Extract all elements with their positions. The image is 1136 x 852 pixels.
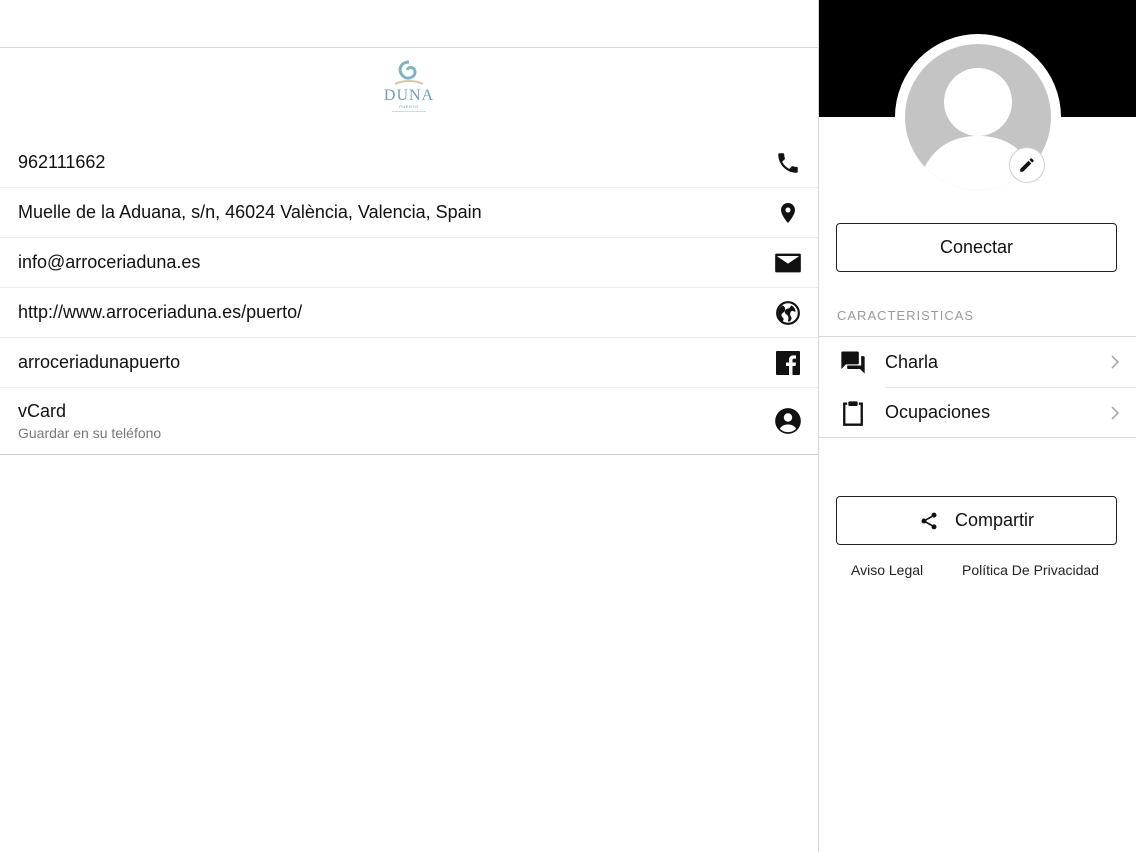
wave-logo-icon bbox=[394, 60, 424, 85]
profile-sidebar: Conectar CARACTERISTICAS Charla Ocupacio… bbox=[818, 0, 1136, 852]
address-text: Muelle de la Aduana, s/n, 46024 València… bbox=[18, 202, 482, 222]
facebook-icon[interactable] bbox=[774, 349, 802, 377]
share-label: Compartir bbox=[954, 510, 1034, 530]
pencil-icon bbox=[1020, 158, 1034, 172]
duna-logo: DUNA PUERTO bbox=[379, 58, 439, 128]
website-text: http://www.arroceriaduna.es/puerto/ bbox=[18, 302, 303, 322]
chevron-right-icon bbox=[1111, 405, 1120, 420]
contact-details-pane: DUNA PUERTO 962111662 Muelle de la Aduan… bbox=[0, 0, 818, 852]
contact-row-email[interactable]: info@arroceriaduna.es bbox=[0, 238, 818, 288]
vcard-title: vCard bbox=[18, 401, 67, 421]
contact-row-website[interactable]: http://www.arroceriaduna.es/puerto/ bbox=[0, 288, 818, 338]
account-circle-icon[interactable] bbox=[774, 407, 802, 435]
connect-button[interactable]: Conectar bbox=[836, 223, 1117, 272]
features-menu: Charla Ocupaciones bbox=[819, 336, 1136, 438]
email-text: info@arroceriaduna.es bbox=[18, 252, 201, 272]
location-pin-icon[interactable] bbox=[774, 199, 802, 227]
chevron-right-icon bbox=[1111, 355, 1120, 369]
facebook-text: arroceriadunapuerto bbox=[18, 352, 181, 372]
logo-divider bbox=[392, 111, 426, 112]
chat-label: Charla bbox=[885, 351, 939, 372]
globe-icon[interactable] bbox=[774, 299, 802, 327]
share-button[interactable]: Compartir bbox=[836, 496, 1117, 545]
chat-icon bbox=[839, 348, 867, 376]
phone-text: 962111662 bbox=[18, 152, 106, 172]
contact-list: 962111662 Muelle de la Aduana, s/n, 4602… bbox=[0, 138, 818, 455]
logo-subtitle: PUERTO bbox=[399, 104, 419, 109]
edit-avatar-button[interactable] bbox=[1010, 148, 1044, 182]
menu-item-occupations[interactable]: Ocupaciones bbox=[843, 387, 1136, 437]
email-icon[interactable] bbox=[774, 249, 802, 277]
contact-row-phone[interactable]: 962111662 bbox=[0, 138, 818, 188]
clipboard-icon bbox=[839, 399, 867, 427]
privacy-policy-link[interactable]: Política De Privacidad bbox=[962, 562, 1099, 578]
vcard-subtitle: Guardar en su teléfono bbox=[18, 425, 162, 441]
contact-row-vcard[interactable]: vCard Guardar en su teléfono bbox=[0, 388, 818, 455]
contact-row-facebook[interactable]: arroceriadunapuerto bbox=[0, 338, 818, 388]
section-label-features: CARACTERISTICAS bbox=[837, 308, 975, 323]
phone-icon[interactable] bbox=[774, 149, 802, 177]
share-icon bbox=[921, 512, 937, 529]
occupations-label: Ocupaciones bbox=[885, 402, 991, 422]
legal-notice-link[interactable]: Aviso Legal bbox=[851, 562, 923, 578]
contact-row-address[interactable]: Muelle de la Aduana, s/n, 46024 València… bbox=[0, 188, 818, 238]
logo-wordmark: DUNA bbox=[383, 87, 435, 104]
menu-item-chat[interactable]: Charla bbox=[819, 337, 1136, 387]
top-bar bbox=[0, 0, 818, 48]
logo-area: DUNA PUERTO bbox=[0, 48, 818, 138]
